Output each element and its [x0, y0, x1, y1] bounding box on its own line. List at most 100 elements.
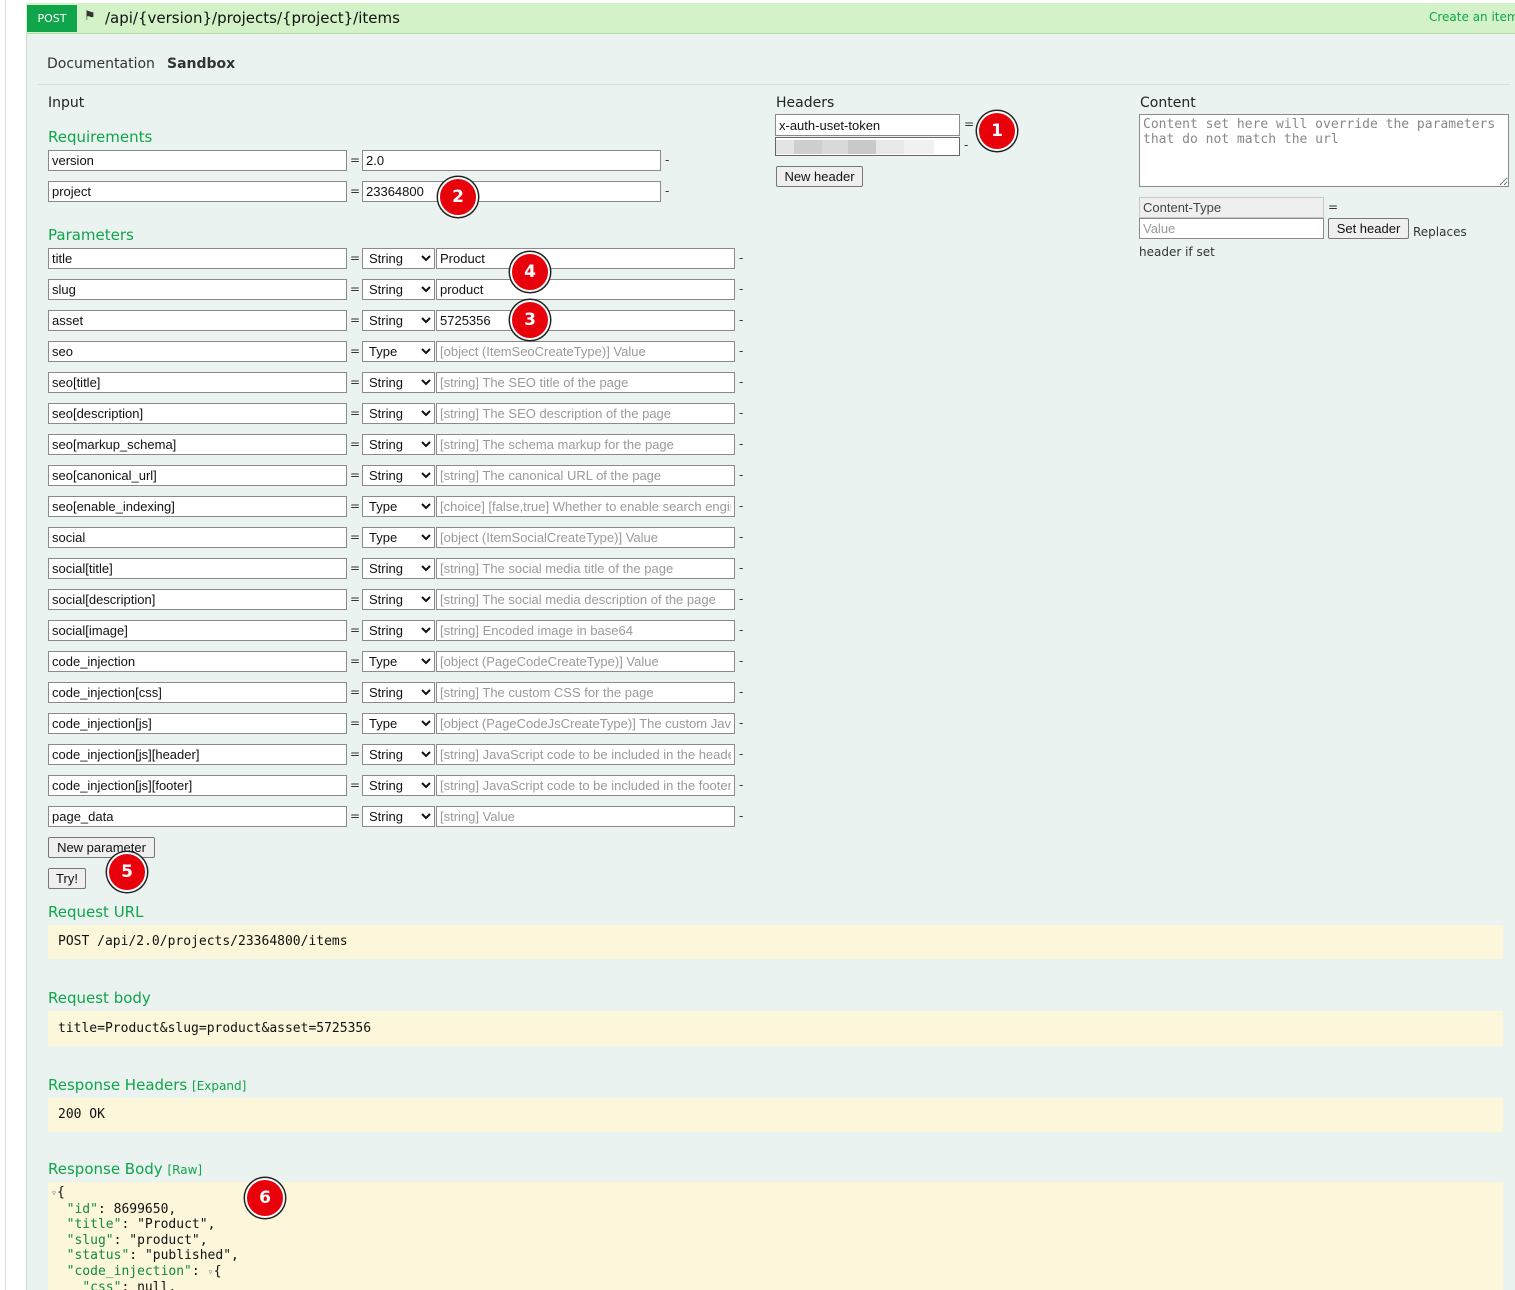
parameter-name-input[interactable] — [48, 279, 347, 300]
parameter-type-select[interactable]: StringType — [362, 434, 435, 455]
remove-dash[interactable]: - — [739, 592, 743, 606]
remove-dash[interactable]: - — [739, 778, 743, 792]
parameter-value-input[interactable] — [436, 775, 735, 796]
parameter-type-select[interactable]: StringType — [362, 589, 435, 610]
parameter-name-input[interactable] — [48, 403, 347, 424]
parameter-name-input[interactable] — [48, 806, 347, 827]
parameter-type-select[interactable]: StringType — [362, 775, 435, 796]
parameter-value-input[interactable] — [436, 372, 735, 393]
remove-dash[interactable]: - — [739, 499, 743, 513]
collapse-toggle-icon[interactable]: ▿ — [51, 1188, 57, 1199]
remove-dash[interactable]: - — [739, 747, 743, 761]
parameter-name-input[interactable] — [48, 248, 347, 269]
parameter-value-input[interactable] — [436, 248, 735, 269]
parameter-type-select[interactable]: StringType — [362, 558, 435, 579]
parameter-value-input[interactable] — [436, 279, 735, 300]
parameter-type-select[interactable]: StringType — [362, 713, 435, 734]
endpoint-path[interactable]: /api/{version}/projects/{project}/items — [105, 9, 400, 27]
remove-dash[interactable]: - — [665, 184, 669, 198]
parameter-name-input[interactable] — [48, 310, 347, 331]
parameter-name-input[interactable] — [48, 496, 347, 517]
content-textarea[interactable] — [1139, 114, 1509, 187]
header-equals: = — [964, 117, 975, 131]
parameter-name-input[interactable] — [48, 341, 347, 362]
parameter-name-input[interactable] — [48, 651, 347, 672]
parameter-name-input[interactable] — [48, 434, 347, 455]
new-header-button[interactable]: New header — [776, 166, 863, 187]
parameter-value-input[interactable] — [436, 341, 735, 362]
parameter-value-input[interactable] — [436, 682, 735, 703]
header-value-input[interactable] — [775, 137, 960, 156]
remove-dash[interactable]: - — [739, 623, 743, 637]
collapse-toggle-icon[interactable]: ▿ — [208, 1267, 214, 1278]
parameter-value-input[interactable] — [436, 806, 735, 827]
pin-icon[interactable]: ⚑ — [84, 9, 96, 24]
parameter-value-input[interactable] — [436, 403, 735, 424]
remove-dash[interactable]: - — [739, 654, 743, 668]
parameter-name-input[interactable] — [48, 372, 347, 393]
new-parameter-button[interactable]: New parameter — [48, 837, 155, 858]
remove-dash[interactable]: - — [739, 406, 743, 420]
remove-dash[interactable]: - — [739, 313, 743, 327]
tab-documentation[interactable]: Documentation — [47, 56, 155, 72]
json-slug: "product" — [129, 1232, 200, 1248]
parameter-type-select[interactable]: StringType — [362, 465, 435, 486]
parameter-value-input[interactable] — [436, 620, 735, 641]
parameter-name-input[interactable] — [48, 713, 347, 734]
parameter-value-input[interactable] — [436, 558, 735, 579]
parameter-name-input[interactable] — [48, 558, 347, 579]
parameter-value-input[interactable] — [436, 589, 735, 610]
requirement-value-input[interactable] — [362, 181, 661, 202]
parameter-type-select[interactable]: StringType — [362, 248, 435, 269]
parameter-name-input[interactable] — [48, 620, 347, 641]
remove-dash[interactable]: - — [739, 561, 743, 575]
parameter-name-input[interactable] — [48, 465, 347, 486]
remove-dash[interactable]: - — [739, 282, 743, 296]
raw-link[interactable]: [Raw] — [167, 1163, 202, 1177]
parameter-value-input[interactable] — [436, 527, 735, 548]
parameter-type-select[interactable]: StringType — [362, 341, 435, 362]
parameter-value-input[interactable] — [436, 465, 735, 486]
tab-sandbox[interactable]: Sandbox — [167, 56, 235, 72]
remove-dash[interactable]: - — [739, 685, 743, 699]
header-name-input[interactable] — [775, 114, 960, 136]
parameter-value-input[interactable] — [436, 496, 735, 517]
parameter-name-input[interactable] — [48, 527, 347, 548]
parameter-type-select[interactable]: StringType — [362, 372, 435, 393]
try-button[interactable]: Try! — [48, 868, 86, 889]
remove-dash[interactable]: - — [739, 251, 743, 265]
remove-dash[interactable]: - — [739, 437, 743, 451]
parameter-type-select[interactable]: StringType — [362, 806, 435, 827]
parameter-type-select[interactable]: StringType — [362, 403, 435, 424]
requirement-name-input[interactable] — [48, 181, 347, 202]
parameter-name-input[interactable] — [48, 682, 347, 703]
parameter-type-select[interactable]: StringType — [362, 496, 435, 517]
parameter-value-input[interactable] — [436, 651, 735, 672]
remove-dash[interactable]: - — [665, 153, 669, 167]
parameter-type-select[interactable]: StringType — [362, 279, 435, 300]
parameter-type-select[interactable]: StringType — [362, 310, 435, 331]
parameter-type-select[interactable]: StringType — [362, 744, 435, 765]
equals-sign: = — [350, 251, 361, 265]
requirement-name-input[interactable] — [48, 150, 347, 171]
remove-dash[interactable]: - — [739, 344, 743, 358]
parameter-type-select[interactable]: StringType — [362, 620, 435, 641]
expand-link[interactable]: [Expand] — [192, 1079, 246, 1093]
parameter-value-input[interactable] — [436, 713, 735, 734]
parameter-name-input[interactable] — [48, 775, 347, 796]
remove-dash[interactable]: - — [739, 375, 743, 389]
parameter-name-input[interactable] — [48, 589, 347, 610]
parameter-value-input[interactable] — [436, 310, 735, 331]
parameter-type-select[interactable]: StringType — [362, 651, 435, 672]
remove-dash[interactable]: - — [739, 530, 743, 544]
annotation-marker-6: 6 — [245, 1178, 285, 1218]
parameter-value-input[interactable] — [436, 744, 735, 765]
remove-dash[interactable]: - — [739, 716, 743, 730]
parameter-name-input[interactable] — [48, 744, 347, 765]
requirement-value-input[interactable] — [362, 150, 661, 171]
remove-dash[interactable]: - — [739, 468, 743, 482]
parameter-type-select[interactable]: StringType — [362, 682, 435, 703]
parameter-value-input[interactable] — [436, 434, 735, 455]
parameter-type-select[interactable]: StringType — [362, 527, 435, 548]
remove-dash[interactable]: - — [739, 809, 743, 823]
